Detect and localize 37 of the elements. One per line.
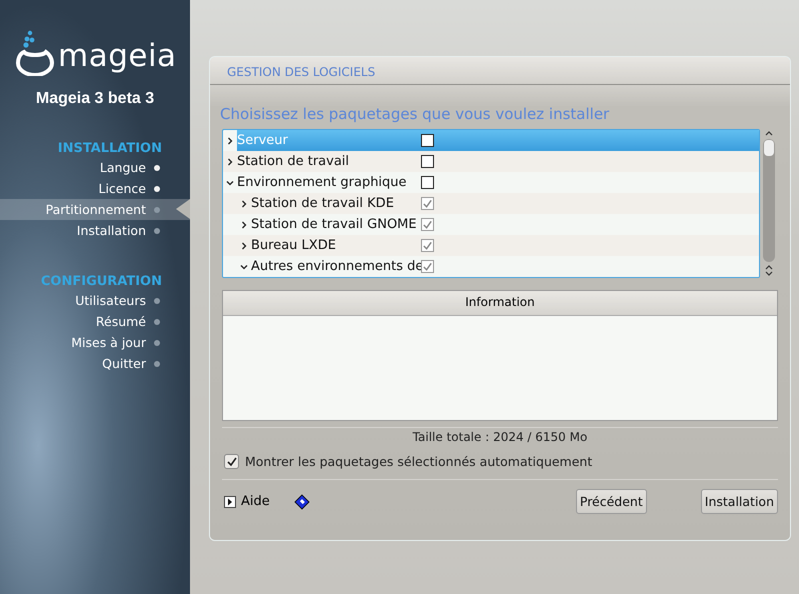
total-size-text: Taille totale : 2024 / 6150 Mo [412,430,588,444]
tree-label: Station de travail KDE [251,196,395,211]
info-header: Information [223,291,777,316]
checkbox[interactable] [421,155,434,168]
tree-label: Bureau LXDE [251,238,337,253]
scroll-up-icon[interactable] [764,129,774,137]
scrollbar-thumb[interactable] [764,140,774,156]
step-label: Licence [98,181,146,196]
logo-wordmark: mageia [58,37,177,76]
nav-button[interactable]: Installation [700,489,778,514]
section-heading: CONFIGURATION [40,274,163,289]
tree-label: Station de travail GNOME [251,217,418,232]
logo-icon [16,30,54,76]
checkbox[interactable] [224,454,239,469]
prompt-text: Choisissez les paquetages que vous voulez installer [220,105,610,123]
tree-label: Environnement graphique [237,175,408,190]
step-label: Partitionnement [46,202,146,217]
step-label: Installation [76,223,146,238]
panel-title: GESTION DES LOGICIELS [210,65,790,85]
expand-icon[interactable] [224,496,236,508]
tree-label: Station de travail [237,154,350,169]
tree-row[interactable]: Station de travail [223,151,759,172]
step-label: Langue [100,160,146,175]
product-title: Mageia 3 beta 3 [34,90,156,108]
help-link[interactable]: Aide [241,494,270,509]
step-label: Quitter [102,356,146,371]
tree-label: Serveur [237,133,289,148]
nav-button[interactable]: Précédent [576,489,647,514]
scroll-arrows-icon[interactable] [764,264,774,278]
checkbox[interactable] [421,134,434,147]
checkbox-label: Montrer les paquetages sélectionnés automatiquement [245,454,592,469]
section-heading: INSTALLATION [56,141,163,156]
step-label: Mises à jour [71,335,146,350]
scrollbar-track[interactable] [763,139,775,262]
step-label: Résumé [96,314,146,329]
checkbox[interactable] [421,176,434,189]
step-label: Utilisateurs [75,293,146,308]
